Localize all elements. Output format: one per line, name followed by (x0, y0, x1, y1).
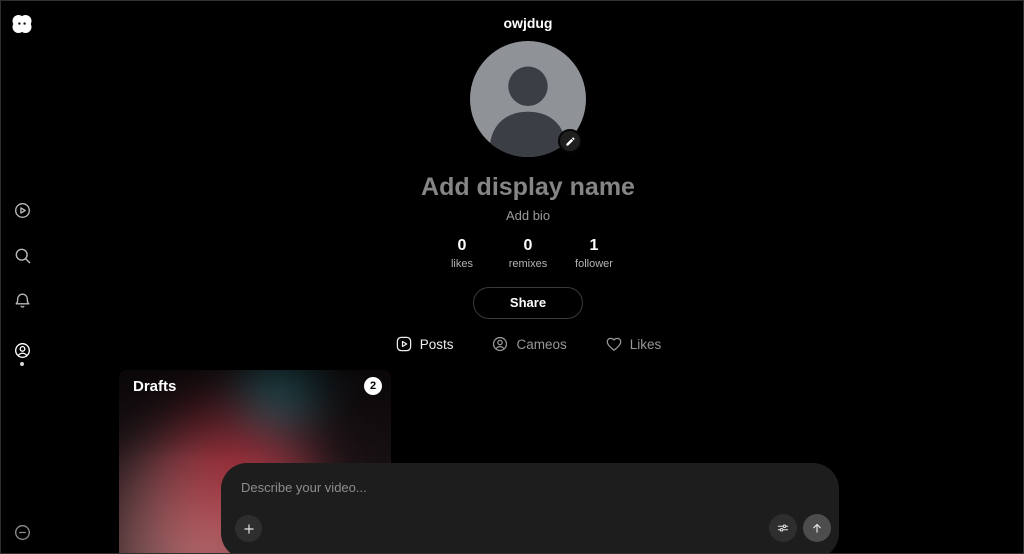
person-icon (491, 335, 509, 353)
bell-icon[interactable] (12, 290, 32, 310)
play-circle-icon[interactable] (12, 200, 32, 220)
stat-follower[interactable]: 1 follower (573, 237, 615, 270)
profile-tabs: Posts Cameos Likes (31, 335, 1024, 353)
drafts-title: Drafts (133, 378, 176, 395)
add-display-name[interactable]: Add display name (31, 173, 1024, 202)
share-button[interactable]: Share (473, 287, 583, 319)
arrow-up-icon (810, 521, 824, 535)
person-circle-icon[interactable] (12, 340, 32, 360)
stat-likes-value: 0 (441, 237, 483, 255)
submit-prompt-button[interactable] (803, 514, 831, 542)
stat-follower-label: follower (573, 258, 615, 270)
tab-cameos[interactable]: Cameos (491, 335, 566, 353)
add-attachment-button[interactable] (235, 515, 262, 542)
video-prompt-composer (221, 463, 839, 554)
pencil-icon (565, 136, 576, 147)
describe-video-input[interactable] (241, 480, 801, 508)
add-bio[interactable]: Add bio (31, 208, 1024, 223)
stat-follower-value: 1 (573, 237, 615, 255)
sliders-icon (776, 521, 790, 535)
sora-logo[interactable] (10, 12, 34, 36)
search-icon[interactable] (12, 245, 32, 265)
app-window: owjdug Add display name Add bio 0 li (0, 0, 1024, 554)
sidebar (1, 1, 45, 553)
active-indicator-dot (20, 362, 24, 366)
tab-likes[interactable]: Likes (605, 335, 662, 353)
profile-stats: 0 likes 0 remixes 1 follower (31, 237, 1024, 270)
tab-posts-label: Posts (420, 337, 454, 352)
edit-avatar-button[interactable] (558, 129, 582, 153)
plus-icon (242, 522, 256, 536)
circle-dash-icon[interactable] (12, 522, 32, 542)
page-title-username: owjdug (31, 15, 1024, 31)
posts-play-icon (395, 335, 413, 353)
tab-posts[interactable]: Posts (395, 335, 454, 353)
profile-page: owjdug Add display name Add bio 0 li (31, 1, 1024, 353)
tab-likes-label: Likes (630, 337, 662, 352)
video-settings-button[interactable] (769, 514, 797, 542)
stat-likes[interactable]: 0 likes (441, 237, 483, 270)
stat-remixes-label: remixes (507, 258, 549, 270)
drafts-count-badge: 2 (364, 377, 382, 395)
stat-remixes[interactable]: 0 remixes (507, 237, 549, 270)
tab-cameos-label: Cameos (516, 337, 566, 352)
avatar[interactable] (470, 41, 586, 157)
heart-icon (605, 335, 623, 353)
stat-likes-label: likes (441, 258, 483, 270)
stat-remixes-value: 0 (507, 237, 549, 255)
